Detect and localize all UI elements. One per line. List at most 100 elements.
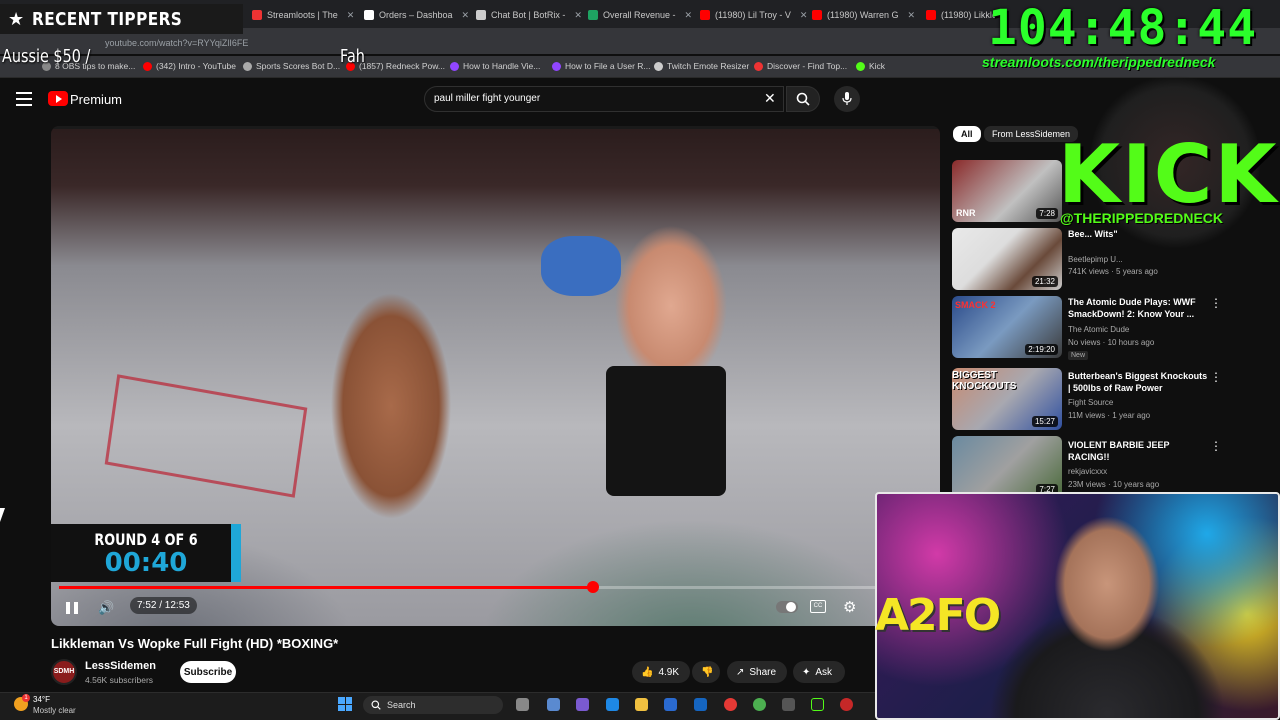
tab-favicon-icon: [700, 10, 710, 20]
video-thumbnail[interactable]: BIGGEST KNOCKOUTS 15:27: [952, 368, 1062, 430]
outlook-icon[interactable]: [694, 698, 707, 711]
copilot-icon[interactable]: [547, 698, 560, 711]
volume-icon[interactable]: 🔊: [98, 600, 114, 616]
video-thumbnail[interactable]: 7:27: [952, 436, 1062, 498]
captions-icon[interactable]: CC: [810, 600, 826, 613]
progress-bar-fill: [59, 586, 593, 589]
recommended-video[interactable]: BIGGEST KNOCKOUTS 15:27 Butterbean's Big…: [952, 368, 1272, 434]
new-badge: New: [1068, 351, 1089, 360]
twitch-favicon-icon: [552, 61, 561, 71]
video-title: Likkleman Vs Wopke Full Fight (HD) *BOXI…: [51, 636, 339, 651]
twitch-favicon-icon: [450, 61, 459, 71]
browser-tab[interactable]: (11980) Lil Troy - V ✕: [700, 4, 808, 26]
url-text[interactable]: youtube.com/watch?v=RYYqiZlI6FE: [105, 38, 248, 48]
obs-icon[interactable]: [724, 698, 737, 711]
subscribe-button[interactable]: Subscribe: [180, 661, 236, 683]
bookmark-item[interactable]: How to Handle Vie...: [450, 61, 540, 71]
browser-tab[interactable]: Overall Revenue - ✕: [588, 4, 696, 26]
teams-icon[interactable]: [576, 698, 589, 711]
task-view-icon[interactable]: [516, 698, 529, 711]
bookmark-item[interactable]: Kick: [856, 61, 885, 71]
thumbnail-caption: SMACK 2: [955, 300, 996, 310]
weather-description[interactable]: Mostly clear: [33, 706, 76, 715]
browser-tab[interactable]: Streamloots | The ✕: [252, 4, 360, 26]
bookmark-item[interactable]: Twitch Emote Resizer: [654, 61, 749, 71]
bookmark-item[interactable]: Discover - Find Top...: [754, 61, 847, 71]
search-button[interactable]: [786, 86, 820, 112]
gear-icon[interactable]: ⚙: [843, 598, 856, 616]
pause-icon[interactable]: [62, 598, 82, 618]
youtube-favicon-icon: [143, 61, 152, 71]
windows-start-icon[interactable]: [338, 697, 352, 711]
close-tab-icon[interactable]: ✕: [800, 10, 808, 21]
chrome-icon[interactable]: [753, 698, 766, 711]
voice-search-button[interactable]: [834, 86, 860, 112]
close-tab-icon[interactable]: ✕: [347, 10, 355, 21]
ask-button[interactable]: ✦ Ask: [793, 661, 845, 683]
browser-tab[interactable]: Chat Bot | BotRix - ✕: [476, 4, 584, 26]
filter-chip-all[interactable]: All: [953, 126, 981, 142]
edge-icon[interactable]: [606, 698, 619, 711]
search-query-text[interactable]: paul miller fight younger: [434, 93, 540, 104]
weather-temperature[interactable]: 34°F: [33, 695, 50, 704]
video-duration: 15:27: [1031, 416, 1058, 427]
app-icon[interactable]: [840, 698, 853, 711]
video-duration: 21:32: [1031, 276, 1058, 287]
bookmark-item[interactable]: Sports Scores Bot D...: [243, 61, 340, 71]
bookmark-item[interactable]: (342) Intro - YouTube: [143, 61, 236, 71]
fighter-shorts: [606, 366, 726, 496]
recommended-video[interactable]: SMACK 2 2:19:20 The Atomic Dude Plays: W…: [952, 296, 1272, 362]
thumbnail-caption: RNR: [956, 208, 976, 218]
close-tab-icon[interactable]: ✕: [462, 10, 470, 21]
ring-floor-logo: [104, 374, 308, 498]
channel-name[interactable]: rekjavicxxx: [1068, 467, 1107, 476]
webcam-sign: A2FO: [875, 590, 1001, 641]
youtube-brand-label[interactable]: Premium: [70, 92, 122, 107]
autoplay-toggle[interactable]: [776, 601, 798, 613]
recommended-video[interactable]: 21:32 Bee... Wits" Beetlepimp U... 741K …: [952, 228, 1272, 294]
browser-tab[interactable]: (11980) Warren G ✕: [812, 4, 920, 26]
app-icon[interactable]: [782, 698, 795, 711]
file-explorer-icon[interactable]: [635, 698, 648, 711]
store-icon[interactable]: [664, 698, 677, 711]
channel-name[interactable]: The Atomic Dude: [1068, 325, 1129, 334]
video-title[interactable]: The Atomic Dude Plays: WWF SmackDown! 2:…: [1068, 296, 1208, 320]
recent-tippers-banner: ★ RECENT TIPPERS: [0, 4, 243, 34]
video-thumbnail[interactable]: SMACK 2 2:19:20: [952, 296, 1062, 358]
star-icon: ★: [8, 8, 25, 29]
hamburger-menu-icon[interactable]: [16, 92, 32, 106]
round-clock: 00:40: [104, 548, 188, 578]
dislike-button[interactable]: 👎: [692, 661, 720, 683]
clear-search-icon[interactable]: ✕: [764, 90, 776, 107]
kick-handle: @THERIPPEDREDNECK: [1060, 210, 1224, 226]
video-duration: 2:19:20: [1025, 344, 1058, 355]
channel-name[interactable]: LessSidemen: [85, 660, 156, 672]
video-title[interactable]: Butterbean's Biggest Knockouts | 500lbs …: [1068, 370, 1208, 394]
like-button[interactable]: 👍 4.9K: [632, 661, 690, 683]
close-tab-icon[interactable]: ✕: [908, 10, 916, 21]
browser-tab[interactable]: Orders – Dashboa ✕: [364, 4, 472, 26]
channel-name[interactable]: Fight Source: [1068, 398, 1113, 407]
video-meta: 23M views · 10 years ago: [1068, 480, 1160, 489]
youtube-logo-icon[interactable]: [48, 91, 68, 106]
more-options-icon[interactable]: ⋮: [1210, 370, 1222, 384]
more-options-icon[interactable]: ⋮: [1210, 439, 1222, 453]
close-tab-icon[interactable]: ✕: [685, 10, 693, 21]
share-button[interactable]: ↗ Share: [727, 661, 787, 683]
taskbar-search[interactable]: Search: [363, 696, 503, 714]
channel-avatar[interactable]: SDMH: [51, 659, 77, 685]
video-thumbnail[interactable]: RNR 7:28: [952, 160, 1062, 222]
streamloots-url: streamloots.com/therippedredneck: [982, 54, 1216, 70]
more-options-icon[interactable]: ⋮: [1210, 296, 1222, 310]
terminal-icon[interactable]: [811, 698, 824, 711]
browser-tab-active[interactable]: (11980) Likkle: [926, 4, 996, 26]
notification-badge: 1: [22, 694, 30, 702]
video-meta: No views · 10 hours ago: [1068, 338, 1155, 347]
search-icon: [796, 92, 810, 106]
progress-scrubber-handle[interactable]: [586, 581, 599, 593]
video-title[interactable]: VIOLENT BARBIE JEEP RACING!!: [1068, 439, 1208, 463]
bookmark-item[interactable]: How to File a User R...: [552, 61, 651, 71]
video-thumbnail[interactable]: 21:32: [952, 228, 1062, 290]
close-tab-icon[interactable]: ✕: [574, 10, 582, 21]
channel-name[interactable]: Beetlepimp U...: [1068, 255, 1123, 264]
